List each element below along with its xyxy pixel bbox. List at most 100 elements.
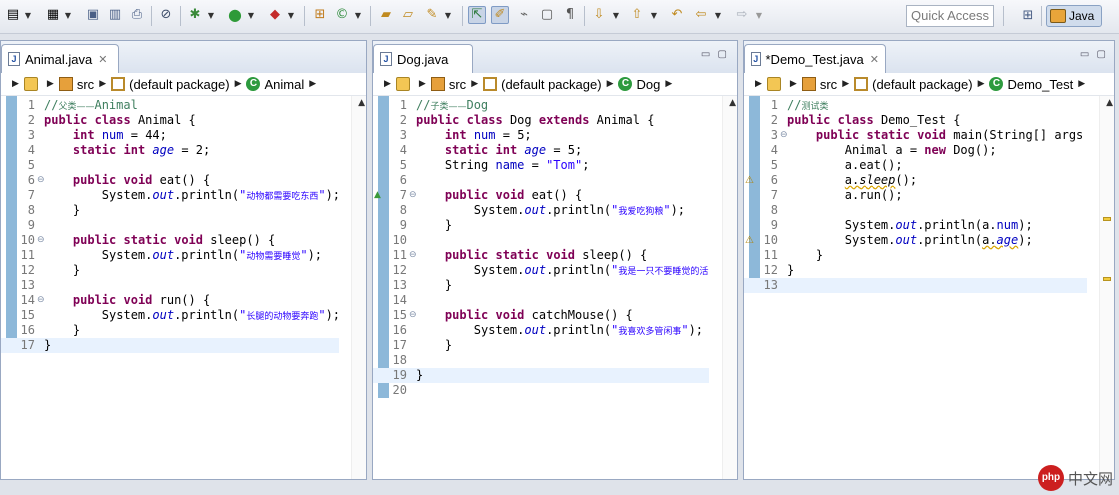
- code-line[interactable]: 5 String name = "Tom";: [373, 158, 709, 173]
- new-icon[interactable]: ▤: [4, 6, 22, 24]
- open-type-icon[interactable]: ▰: [377, 6, 395, 24]
- code-line[interactable]: 8 }: [1, 203, 339, 218]
- warning-marker[interactable]: [1103, 277, 1111, 281]
- search-icon[interactable]: ✎: [423, 6, 441, 24]
- window-controls-icon[interactable]: ▭ ▢: [1080, 49, 1108, 60]
- chevron-right-icon[interactable]: ▶: [755, 79, 762, 89]
- new-wizard-icon[interactable]: ▦: [44, 6, 62, 24]
- code-line[interactable]: 12 System.out.println("我是一只不要睡觉的活泼: [373, 263, 709, 278]
- warning-icon[interactable]: ⚠: [745, 233, 758, 246]
- override-indicator-icon[interactable]: ▲: [374, 188, 381, 203]
- code-line[interactable]: 3 int num = 5;: [373, 128, 709, 143]
- close-icon[interactable]: ✕: [98, 53, 107, 66]
- code-line[interactable]: 6 ⊖ public void eat() {: [1, 173, 339, 188]
- code-line[interactable]: 17}: [1, 338, 339, 353]
- breadcrumb-package[interactable]: (default package): [501, 77, 601, 92]
- next-annotation-icon[interactable]: ⇩: [590, 6, 608, 24]
- print-icon[interactable]: ⎙: [128, 6, 146, 24]
- close-icon[interactable]: ✕: [870, 53, 879, 66]
- save-all-icon[interactable]: ▥: [106, 6, 124, 24]
- code-line[interactable]: 10 ⊖ public static void sleep() {: [1, 233, 339, 248]
- scroll-up-icon[interactable]: ▲: [358, 98, 365, 108]
- code-line[interactable]: 18: [373, 353, 709, 368]
- code-line[interactable]: 11 }: [744, 248, 1087, 263]
- chevron-right-icon[interactable]: ▶: [978, 79, 985, 89]
- chevron-right-icon[interactable]: ▶: [235, 79, 242, 89]
- code-line[interactable]: 16 System.out.println("我喜欢多管闲事");: [373, 323, 709, 338]
- debug-dropdown-icon[interactable]: ▼: [207, 8, 215, 22]
- scroll-up-icon[interactable]: ▲: [729, 98, 736, 108]
- code-editor[interactable]: 1//父类——Animal 2 public class Animal {3 int…: [1, 96, 339, 479]
- chevron-right-icon[interactable]: ▶: [607, 79, 614, 89]
- open-folder-icon[interactable]: ▱: [399, 6, 417, 24]
- chevron-right-icon[interactable]: ▶: [384, 79, 391, 89]
- project-icon[interactable]: [766, 77, 781, 91]
- tab-animal-java[interactable]: J Animal.java ✕: [1, 44, 119, 73]
- save-icon[interactable]: ▣: [84, 6, 102, 24]
- chevron-right-icon[interactable]: ▶: [790, 79, 797, 89]
- forward-dropdown-icon[interactable]: ▼: [755, 8, 763, 22]
- code-line[interactable]: 20: [373, 383, 709, 398]
- code-line[interactable]: 10: [373, 233, 709, 248]
- code-editor[interactable]: 1//测试类 2 public class Demo_Test {3 ⊖ public…: [744, 96, 1087, 479]
- show-whitespace-icon[interactable]: ¶: [561, 6, 579, 24]
- run-dropdown-icon[interactable]: ▼: [247, 8, 255, 22]
- code-line[interactable]: 1//父类——Animal: [1, 98, 339, 113]
- chevron-right-icon[interactable]: ▶: [309, 79, 316, 89]
- chevron-right-icon[interactable]: ▶: [419, 79, 426, 89]
- code-line[interactable]: 15 System.out.println("长腿的动物要奔跑");: [1, 308, 339, 323]
- breadcrumb-package[interactable]: (default package): [872, 77, 972, 92]
- code-editor[interactable]: 1//子类——Dog 2 public class Dog extends Anim…: [373, 96, 709, 479]
- code-line[interactable]: 1//子类——Dog: [373, 98, 709, 113]
- code-line[interactable]: 2 public class Demo_Test {: [744, 113, 1087, 128]
- java-perspective-button[interactable]: Java: [1046, 5, 1102, 27]
- breadcrumb-src[interactable]: src: [77, 77, 94, 92]
- open-perspective-icon[interactable]: ⊞: [1019, 6, 1037, 26]
- breadcrumb-class[interactable]: Demo_Test: [1007, 77, 1073, 92]
- code-line[interactable]: 5 a.eat();: [744, 158, 1087, 173]
- previous-annotation-dropdown-icon[interactable]: ▼: [650, 8, 658, 22]
- window-controls-icon[interactable]: ▭ ▢: [701, 49, 729, 60]
- new-package-icon[interactable]: ⊞: [311, 6, 329, 24]
- code-line[interactable]: 8: [744, 203, 1087, 218]
- new-wizard-dropdown-icon[interactable]: ▼: [64, 8, 72, 22]
- chevron-right-icon[interactable]: ▶: [842, 79, 849, 89]
- chevron-right-icon[interactable]: ▶: [471, 79, 478, 89]
- new-class-dropdown-icon[interactable]: ▼: [354, 8, 362, 22]
- code-line[interactable]: 7 System.out.println("动物都需要吃东西");: [1, 188, 339, 203]
- code-line[interactable]: 3 int num = 44;: [1, 128, 339, 143]
- code-line[interactable]: 9: [1, 218, 339, 233]
- code-line[interactable]: 2 public class Animal {: [1, 113, 339, 128]
- code-line[interactable]: 9 System.out.println(a.num);: [744, 218, 1087, 233]
- code-line[interactable]: 7 a.run();: [744, 188, 1087, 203]
- code-line[interactable]: 5: [1, 158, 339, 173]
- external-tools-icon[interactable]: ◆: [266, 6, 284, 24]
- scroll-up-icon[interactable]: ▲: [1106, 98, 1113, 108]
- code-line[interactable]: 16 }: [1, 323, 339, 338]
- block-selection-icon[interactable]: ▢: [538, 6, 556, 24]
- next-annotation-dropdown-icon[interactable]: ▼: [612, 8, 620, 22]
- breadcrumb-class[interactable]: Dog: [636, 77, 660, 92]
- new-dropdown-icon[interactable]: ▼: [24, 8, 32, 22]
- search-dropdown-icon[interactable]: ▼: [444, 8, 452, 22]
- forward-icon[interactable]: ⇨: [733, 6, 751, 24]
- warning-marker[interactable]: [1103, 217, 1111, 221]
- warning-icon[interactable]: ⚠: [745, 173, 758, 186]
- code-line[interactable]: 6 ⚠ a.sleep();: [744, 173, 1087, 188]
- code-line[interactable]: 7 ⊖ ▲ public void eat() {: [373, 188, 709, 203]
- external-tools-dropdown-icon[interactable]: ▼: [287, 8, 295, 22]
- code-line[interactable]: 14: [373, 293, 709, 308]
- breadcrumb-src[interactable]: src: [820, 77, 837, 92]
- last-edit-location-icon[interactable]: ↶: [668, 6, 686, 24]
- code-line[interactable]: 13 }: [373, 278, 709, 293]
- back-icon[interactable]: ⇦: [692, 6, 710, 24]
- code-line[interactable]: 8 System.out.println("我爱吃狗粮");: [373, 203, 709, 218]
- run-icon[interactable]: ●: [226, 6, 244, 24]
- code-line[interactable]: 3 ⊖ public static void main(String[] args: [744, 128, 1087, 143]
- toggle-highlight-icon[interactable]: ✐: [491, 6, 509, 24]
- code-line[interactable]: 12 }: [1, 263, 339, 278]
- code-line[interactable]: 11 ⊖ public static void sleep() {: [373, 248, 709, 263]
- tab-demo-test-java[interactable]: J *Demo_Test.java ✕: [744, 44, 886, 73]
- overview-ruler[interactable]: [1099, 96, 1114, 479]
- overview-ruler[interactable]: [351, 96, 366, 479]
